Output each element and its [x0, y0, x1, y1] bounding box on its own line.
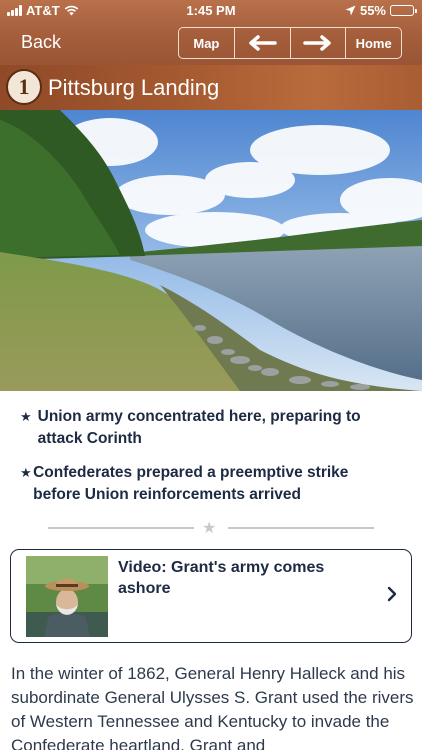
video-title: Video: Grant's army comes ashore [118, 559, 325, 597]
river-landscape-photo [0, 110, 422, 391]
video-card[interactable]: Video: Grant's army comes ashore [10, 549, 412, 643]
divider-line-right [228, 527, 374, 529]
star-icon: ★ [202, 520, 217, 537]
list-item: ★ Confederates prepared a preemptive str… [20, 462, 400, 506]
map-button[interactable]: Map [179, 28, 235, 58]
next-button[interactable] [291, 28, 347, 58]
key-points-list: ★ Union army concentrated here, preparin… [20, 406, 400, 518]
star-divider: ★ [48, 519, 374, 537]
stop-number-badge: 1 [6, 69, 42, 105]
home-button[interactable]: Home [346, 28, 401, 58]
list-item: ★ Union army concentrated here, preparin… [20, 406, 400, 450]
arrow-left-icon [249, 35, 277, 51]
status-bar: AT&T 1:45 PM 55% [0, 0, 422, 22]
page-title: Pittsburg Landing [48, 75, 220, 100]
previous-button[interactable] [235, 28, 291, 58]
battery-icon [390, 5, 417, 16]
stop-title-band: 1 Pittsburg Landing [0, 65, 422, 110]
history-paragraph: In the winter of 1862, General Henry Hal… [11, 664, 414, 750]
status-right: 55% [345, 3, 417, 18]
back-button[interactable]: Back [21, 32, 61, 53]
arrow-right-icon [303, 35, 331, 51]
bullet-text: Confederates prepared a preemptive strik… [33, 464, 349, 503]
divider-line-left [48, 527, 194, 529]
video-thumbnail [26, 556, 108, 637]
bullet-text: Union army concentrated here, preparing … [37, 408, 361, 447]
stop-number: 1 [18, 74, 30, 99]
battery-percent: 55% [359, 3, 386, 18]
location-arrow-icon [345, 5, 356, 16]
star-bullet-icon: ★ [20, 409, 32, 424]
nav-segmented-control: Map Home [178, 27, 402, 59]
chevron-right-icon [387, 586, 397, 602]
header: AT&T 1:45 PM 55% Back Map Home [0, 0, 422, 65]
star-bullet-icon: ★ [20, 465, 32, 480]
